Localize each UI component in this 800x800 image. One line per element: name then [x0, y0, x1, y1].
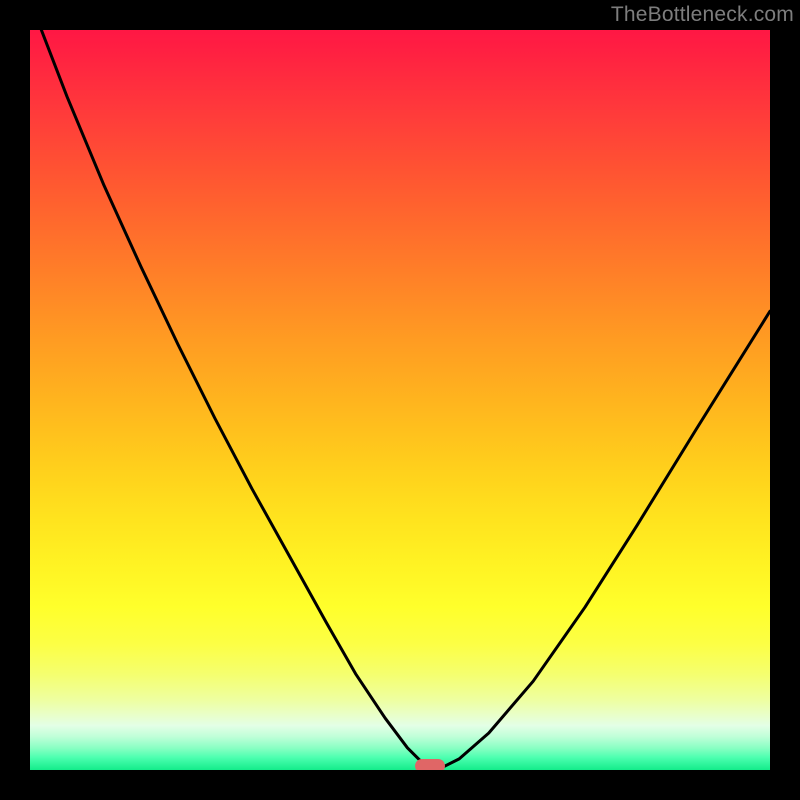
watermark-text: TheBottleneck.com — [611, 3, 794, 27]
bottleneck-curve — [30, 30, 770, 770]
plot-area — [30, 30, 770, 770]
curve-path — [30, 30, 770, 766]
optimal-marker-pill — [415, 759, 445, 770]
chart-frame: TheBottleneck.com — [0, 0, 800, 800]
